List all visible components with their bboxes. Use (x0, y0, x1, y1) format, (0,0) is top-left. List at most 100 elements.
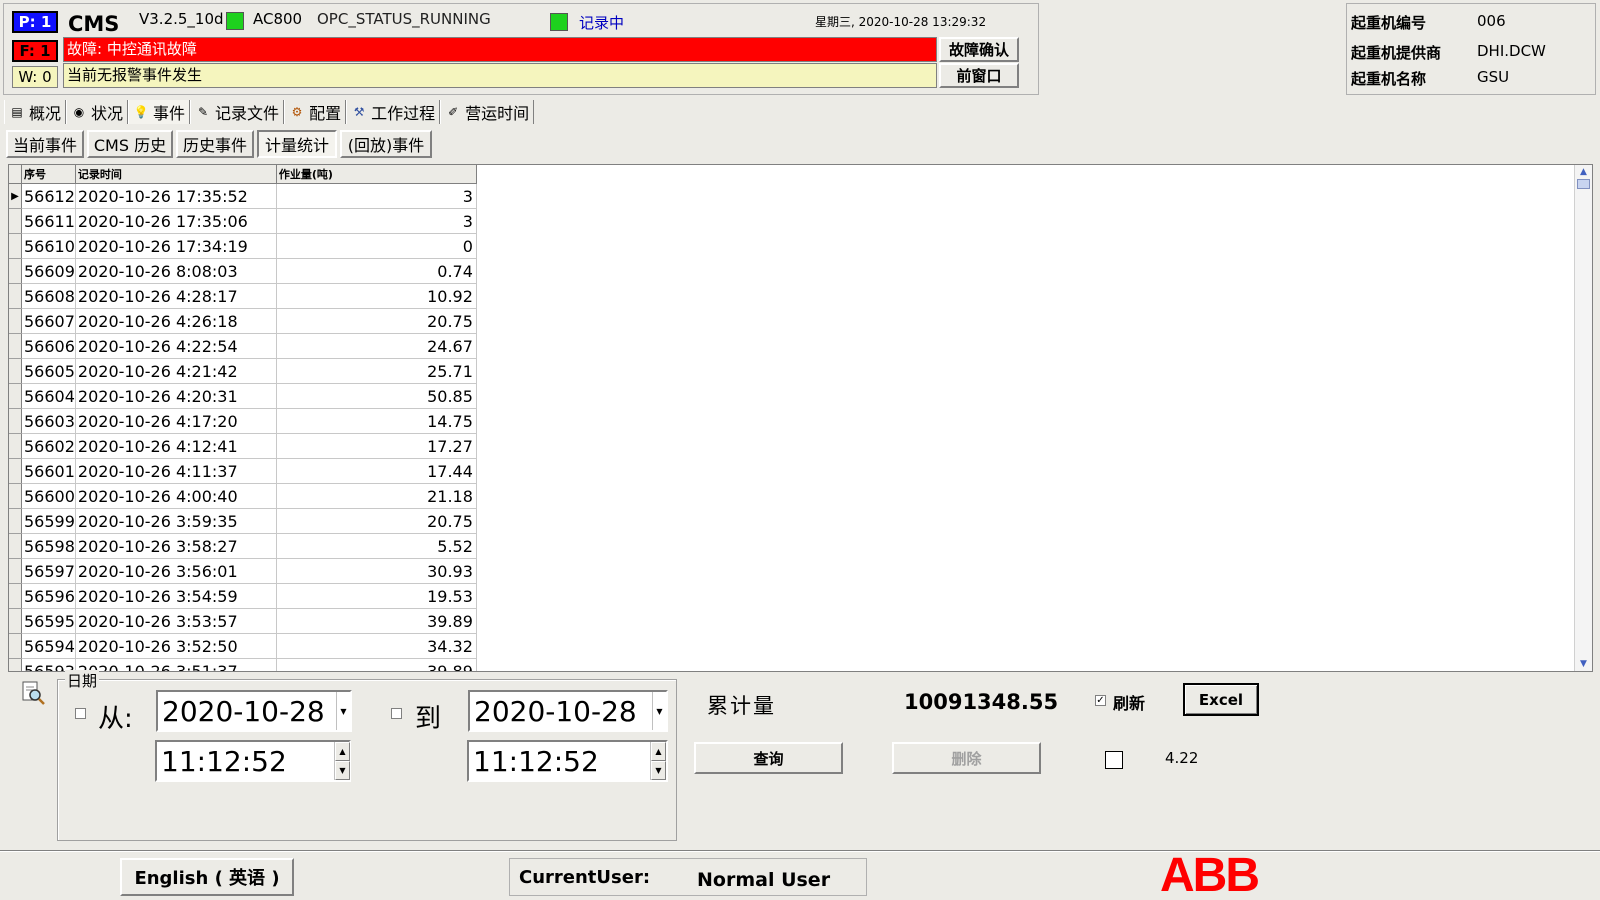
row-indicator[interactable] (9, 508, 22, 534)
table-row[interactable]: 56599 2020-10-26 3:59:35 20.75 (9, 508, 477, 534)
table-row[interactable]: 56597 2020-10-26 3:56:01 30.93 (9, 558, 477, 584)
spin-up-icon[interactable]: ▲ (335, 742, 350, 761)
cell-time[interactable]: 2020-10-26 4:20:31 (75, 383, 277, 409)
row-indicator[interactable] (9, 458, 22, 484)
col-header-time[interactable]: 记录时间 (75, 165, 277, 184)
cell-amount[interactable]: 21.18 (276, 483, 477, 509)
cell-amount[interactable]: 39.89 (276, 658, 477, 671)
tab-events[interactable]: 💡 事件 (128, 100, 191, 124)
cell-id[interactable]: 56600 (21, 483, 76, 509)
row-indicator[interactable] (9, 633, 22, 659)
col-header-id[interactable]: 序号 (21, 165, 76, 184)
cell-id[interactable]: 56605 (21, 358, 76, 384)
cell-amount[interactable]: 17.27 (276, 433, 477, 459)
to-time-field[interactable]: 11:12:52 (467, 740, 668, 782)
to-date-field[interactable]: 2020-10-28 (468, 690, 668, 732)
cell-amount[interactable]: 20.75 (276, 508, 477, 534)
tab-runtime[interactable]: ✐ 营运时间 (440, 100, 535, 124)
cell-amount[interactable]: 34.32 (276, 633, 477, 659)
cell-amount[interactable]: 0.74 (276, 258, 477, 284)
cell-time[interactable]: 2020-10-26 4:22:54 (75, 333, 277, 359)
spin-down-icon[interactable]: ▼ (651, 761, 666, 780)
vertical-scrollbar[interactable]: ▲ ▼ (1574, 165, 1592, 671)
to-time-spinner[interactable]: ▲ ▼ (650, 742, 666, 780)
cell-time[interactable]: 2020-10-26 3:58:27 (75, 533, 277, 559)
tab-status[interactable]: ◉ 状况 (66, 100, 129, 124)
table-row[interactable]: 56602 2020-10-26 4:12:41 17.27 (9, 433, 477, 459)
row-indicator[interactable] (9, 383, 22, 409)
cell-time[interactable]: 2020-10-26 8:08:03 (75, 258, 277, 284)
cell-time[interactable]: 2020-10-26 4:00:40 (75, 483, 277, 509)
cell-id[interactable]: 56607 (21, 308, 76, 334)
subtab-replay-events[interactable]: (回放)事件 (340, 130, 432, 158)
table-row[interactable]: 56596 2020-10-26 3:54:59 19.53 (9, 583, 477, 609)
row-indicator[interactable] (9, 433, 22, 459)
table-row[interactable]: 56598 2020-10-26 3:58:27 5.52 (9, 533, 477, 559)
cell-id[interactable]: 56609 (21, 258, 76, 284)
table-row[interactable]: 56611 2020-10-26 17:35:06 3 (9, 208, 477, 234)
subtab-metering[interactable]: 计量统计 (257, 130, 337, 158)
spin-down-icon[interactable]: ▼ (335, 761, 350, 780)
cell-amount[interactable]: 5.52 (276, 533, 477, 559)
row-indicator[interactable] (9, 558, 22, 584)
table-row[interactable]: 56603 2020-10-26 4:17:20 14.75 (9, 408, 477, 434)
row-indicator[interactable] (9, 483, 22, 509)
table-row[interactable]: 56607 2020-10-26 4:26:18 20.75 (9, 308, 477, 334)
cell-time[interactable]: 2020-10-26 3:52:50 (75, 633, 277, 659)
extra-checkbox[interactable] (1105, 751, 1123, 769)
from-time-spinner[interactable]: ▲ ▼ (334, 742, 350, 780)
cell-id[interactable]: 56596 (21, 583, 76, 609)
cell-amount[interactable]: 24.67 (276, 333, 477, 359)
cell-time[interactable]: 2020-10-26 4:17:20 (75, 408, 277, 434)
table-row[interactable]: 56601 2020-10-26 4:11:37 17.44 (9, 458, 477, 484)
cell-time[interactable]: 2020-10-26 17:34:19 (75, 233, 277, 259)
row-indicator[interactable] (9, 608, 22, 634)
cell-amount[interactable]: 14.75 (276, 408, 477, 434)
cell-amount[interactable]: 3 (276, 183, 477, 209)
metering-table[interactable]: 序号 记录时间 作业量(吨) ▶ 56612 2020-10-26 17:35:52… (8, 164, 1593, 672)
tab-overview[interactable]: ▤ 概况 (4, 100, 67, 124)
cell-time[interactable]: 2020-10-26 4:28:17 (75, 283, 277, 309)
cell-id[interactable]: 56599 (21, 508, 76, 534)
col-header-amount[interactable]: 作业量(吨) (276, 165, 477, 184)
cell-id[interactable]: 56610 (21, 233, 76, 259)
row-indicator[interactable] (9, 283, 22, 309)
cell-id[interactable]: 56601 (21, 458, 76, 484)
language-button[interactable]: English ( 英语 ) (120, 858, 294, 896)
tab-work-process[interactable]: ⚒ 工作过程 (346, 100, 441, 124)
tab-record-files[interactable]: ✎ 记录文件 (190, 100, 285, 124)
cell-id[interactable]: 56604 (21, 383, 76, 409)
row-indicator[interactable] (9, 308, 22, 334)
cell-id[interactable]: 56603 (21, 408, 76, 434)
table-row[interactable]: ▶ 56612 2020-10-26 17:35:52 3 (9, 183, 477, 209)
row-indicator[interactable] (9, 583, 22, 609)
from-date-field[interactable]: 2020-10-28 (156, 690, 352, 732)
cell-amount[interactable]: 25.71 (276, 358, 477, 384)
table-row[interactable]: 56605 2020-10-26 4:21:42 25.71 (9, 358, 477, 384)
query-button[interactable]: 查询 (694, 742, 843, 774)
row-indicator[interactable] (9, 533, 22, 559)
row-indicator[interactable] (9, 408, 22, 434)
cell-time[interactable]: 2020-10-26 4:26:18 (75, 308, 277, 334)
cell-id[interactable]: 56611 (21, 208, 76, 234)
row-indicator[interactable] (9, 333, 22, 359)
row-indicator[interactable] (9, 208, 22, 234)
cell-id[interactable]: 56594 (21, 633, 76, 659)
table-row[interactable]: 56604 2020-10-26 4:20:31 50.85 (9, 383, 477, 409)
cell-amount[interactable]: 0 (276, 233, 477, 259)
cell-time[interactable]: 2020-10-26 4:11:37 (75, 458, 277, 484)
scroll-down-icon[interactable]: ▼ (1575, 657, 1592, 671)
front-window-button[interactable]: 前窗口 (939, 63, 1019, 88)
table-row[interactable]: 56609 2020-10-26 8:08:03 0.74 (9, 258, 477, 284)
row-indicator[interactable] (9, 233, 22, 259)
cell-time[interactable]: 2020-10-26 4:21:42 (75, 358, 277, 384)
cell-time[interactable]: 2020-10-26 3:56:01 (75, 558, 277, 584)
scroll-thumb[interactable] (1577, 179, 1590, 189)
cell-amount[interactable]: 20.75 (276, 308, 477, 334)
table-row[interactable]: 56608 2020-10-26 4:28:17 10.92 (9, 283, 477, 309)
from-date-dropdown-icon[interactable]: ▼ (336, 692, 350, 730)
cell-time[interactable]: 2020-10-26 3:51:37 (75, 658, 277, 671)
cell-id[interactable]: 56606 (21, 333, 76, 359)
cell-id[interactable]: 56598 (21, 533, 76, 559)
cell-time[interactable]: 2020-10-26 3:54:59 (75, 583, 277, 609)
